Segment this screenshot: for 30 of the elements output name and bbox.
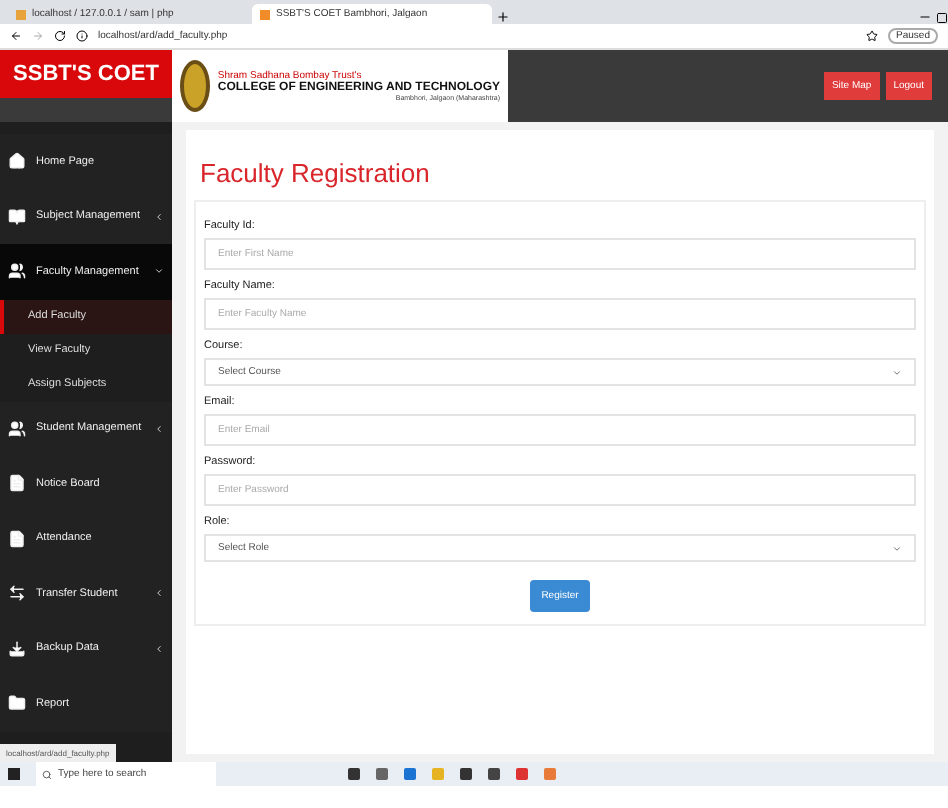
college-emblem-icon <box>180 60 210 112</box>
menu-item-icon <box>8 529 26 548</box>
new-tab-icon[interactable] <box>496 10 510 24</box>
bookmark-star-icon[interactable] <box>866 30 879 42</box>
menu-item-icon <box>8 474 26 493</box>
taskbar-app-icon[interactable] <box>404 768 416 780</box>
menu-item-icon <box>8 262 26 281</box>
favicon-icon <box>16 9 26 19</box>
menu-item-icon <box>8 207 26 226</box>
back-icon[interactable] <box>10 30 22 42</box>
taskbar-app-icon[interactable] <box>488 768 500 780</box>
menu-item-icon <box>8 694 26 713</box>
favicon-icon <box>260 9 270 19</box>
maximize-icon[interactable] <box>936 12 948 24</box>
search-icon <box>42 769 52 779</box>
dropdown-caret-icon <box>892 543 902 553</box>
menu-item-icon <box>8 152 26 171</box>
minimize-icon[interactable] <box>918 10 932 24</box>
dropdown-caret-icon <box>892 367 902 377</box>
info-icon <box>76 30 88 42</box>
taskbar-app-icon[interactable] <box>348 768 360 780</box>
taskbar-app-icon[interactable] <box>376 768 388 780</box>
menu-item-icon <box>8 639 26 658</box>
reload-icon[interactable] <box>54 30 66 42</box>
windows-start-icon[interactable] <box>8 768 20 780</box>
menu-item-icon <box>8 419 26 438</box>
page-title: Faculty Registration <box>200 158 432 188</box>
brand-logo-text[interactable]: SSBT'S COET <box>0 50 172 98</box>
menu-item-icon <box>8 584 26 603</box>
taskbar-app-icon[interactable] <box>460 768 472 780</box>
